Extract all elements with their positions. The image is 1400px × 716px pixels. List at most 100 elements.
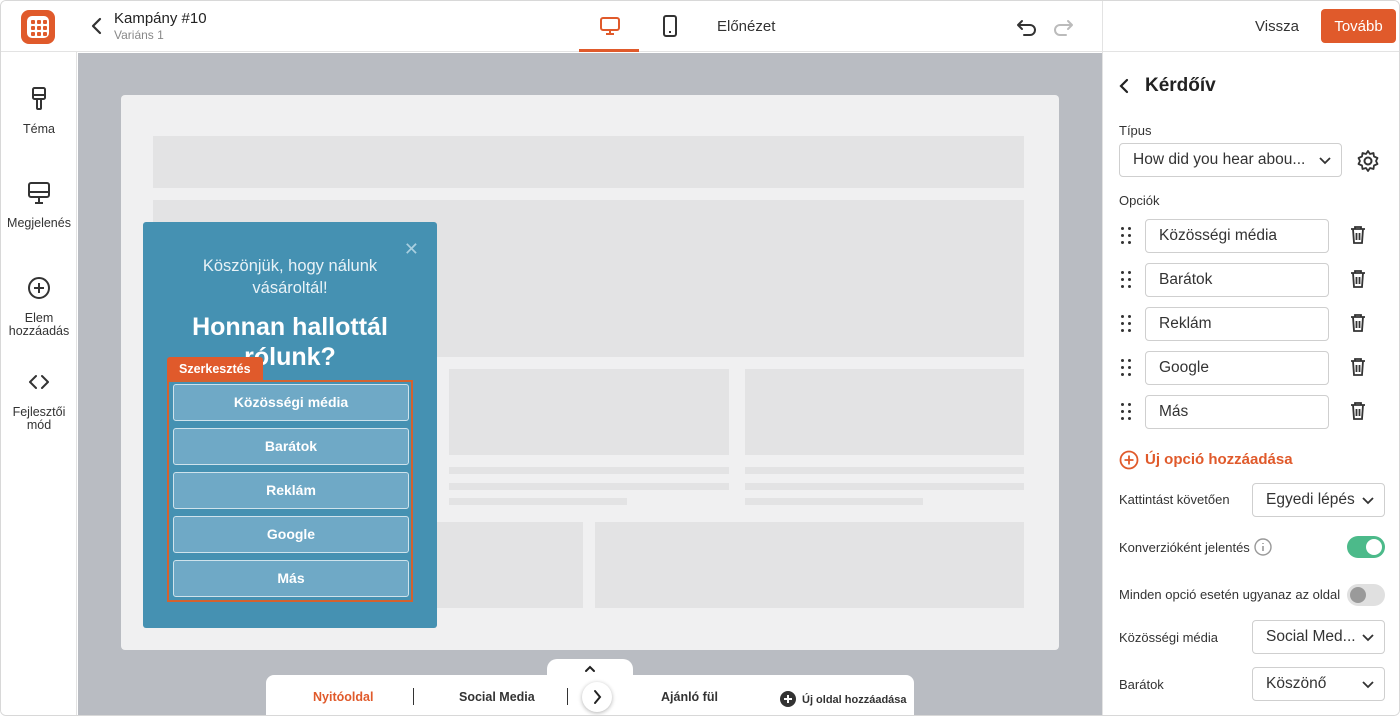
sidebar-item-label: Megjelenés — [7, 216, 71, 230]
option-input[interactable]: Google — [1145, 351, 1329, 385]
monitor-icon — [28, 182, 50, 204]
after-click-value: Egyedi lépés — [1266, 491, 1355, 508]
redo-icon[interactable] — [1052, 16, 1074, 38]
sidebar-item-appearance[interactable]: Megjelenés — [1, 179, 77, 230]
variant-name: Variáns 1 — [114, 28, 164, 42]
drag-handle-icon[interactable] — [1121, 315, 1131, 333]
options-label: Opciók — [1119, 193, 1160, 208]
placeholder-line — [449, 483, 729, 490]
gear-icon[interactable] — [1356, 149, 1380, 173]
survey-option-button[interactable]: Barátok — [173, 428, 409, 465]
trash-icon[interactable] — [1349, 401, 1367, 421]
add-page-button[interactable]: Új oldal hozzáadása — [780, 691, 907, 707]
desktop-icon — [600, 17, 620, 35]
trash-icon[interactable] — [1349, 225, 1367, 245]
conversion-toggle[interactable] — [1347, 536, 1385, 558]
same-page-label: Minden opció esetén ugyanaz az oldal — [1119, 587, 1341, 602]
survey-options-block[interactable]: Közösségi média Barátok Reklám Google Má… — [167, 380, 413, 602]
sidebar-item-add-element[interactable]: Elem hozzáadás — [1, 274, 77, 338]
option-row: Reklám — [1119, 307, 1379, 341]
campaign-title: Kampány #10 — [114, 10, 207, 27]
survey-option-button[interactable]: Más — [173, 560, 409, 597]
popup-thanks-text: Köszönjük, hogy nálunk vásároltál! — [202, 257, 378, 297]
drag-handle-icon[interactable] — [1121, 403, 1131, 421]
placeholder-block — [595, 522, 1024, 608]
brush-icon — [32, 87, 46, 110]
back-button[interactable]: Vissza — [1255, 18, 1299, 35]
sidebar-item-dev-mode[interactable]: Fejlesztői mód — [1, 368, 77, 432]
sidebar-item-label: Fejlesztői mód — [12, 405, 66, 432]
undo-icon[interactable] — [1016, 16, 1038, 38]
survey-option-button[interactable]: Google — [173, 516, 409, 553]
next-button[interactable]: Tovább — [1321, 9, 1396, 43]
type-select[interactable]: How did you hear abou... — [1119, 143, 1342, 177]
info-icon[interactable] — [1254, 538, 1272, 556]
survey-option-button[interactable]: Közösségi média — [173, 384, 409, 421]
chevron-up-icon — [585, 665, 595, 672]
option-input[interactable]: Reklám — [1145, 307, 1329, 341]
trash-icon[interactable] — [1349, 269, 1367, 289]
type-label: Típus — [1119, 123, 1152, 138]
drag-handle-icon[interactable] — [1121, 227, 1131, 245]
mapping-select[interactable]: Köszönő — [1252, 667, 1385, 701]
mobile-view-button[interactable] — [639, 11, 699, 52]
mapping-label: Közösségi média — [1119, 630, 1218, 645]
after-click-label: Kattintást követően — [1119, 492, 1230, 507]
settings-panel: Kérdőív Típus How did you hear abou... O… — [1103, 53, 1399, 715]
placeholder-line — [745, 467, 1024, 474]
toggle-knob — [1350, 587, 1366, 603]
drag-handle-icon[interactable] — [1121, 359, 1131, 377]
placeholder-block — [449, 369, 729, 455]
option-input[interactable]: Közösségi média — [1145, 219, 1329, 253]
mapping-value: Köszönő — [1266, 675, 1327, 692]
same-page-toggle[interactable] — [1347, 584, 1385, 606]
option-row: Más — [1119, 395, 1379, 429]
sidebar-item-theme[interactable]: Téma — [1, 85, 77, 136]
option-input[interactable]: Más — [1145, 395, 1329, 429]
sidebar-item-label: Elem hozzáadás — [8, 311, 70, 338]
option-input[interactable]: Barátok — [1145, 263, 1329, 297]
after-click-select[interactable]: Egyedi lépés — [1252, 483, 1385, 517]
add-option-button[interactable]: Új opció hozzáadása — [1119, 450, 1293, 470]
drag-handle-icon[interactable] — [1121, 271, 1131, 289]
option-row: Barátok — [1119, 263, 1379, 297]
trash-icon[interactable] — [1349, 313, 1367, 333]
page-tab-landing[interactable]: Nyitóoldal — [313, 690, 373, 704]
conversion-label: Konverzióként jelentés — [1119, 540, 1250, 555]
page-tab-referral[interactable]: Ajánló fül — [661, 690, 718, 704]
placeholder-line — [449, 498, 627, 505]
chevron-down-icon — [1362, 681, 1374, 689]
mapping-select[interactable]: Social Med... — [1252, 620, 1385, 654]
mapping-value: Social Med... — [1266, 628, 1356, 645]
plus-circle-icon — [28, 277, 50, 299]
app-logo[interactable] — [21, 10, 55, 44]
placeholder-block — [153, 136, 1024, 188]
mapping-label: Barátok — [1119, 677, 1164, 692]
survey-popup[interactable]: ✕ Köszönjük, hogy nálunk vásároltál! Hon… — [143, 222, 437, 628]
survey-option-button[interactable]: Reklám — [173, 472, 409, 509]
chevron-right-icon — [594, 690, 602, 704]
panel-title: Kérdőív — [1145, 75, 1216, 96]
option-row: Közösségi média — [1119, 219, 1379, 253]
left-sidebar: Téma Megjelenés Elem hozzáadás Fejlesztő… — [1, 52, 77, 715]
app-window: Kampány #10 Variáns 1 Előnézet Vissza To… — [0, 0, 1400, 716]
code-icon — [29, 375, 49, 389]
edit-tag[interactable]: Szerkesztés — [167, 357, 263, 382]
chevron-down-icon — [1362, 497, 1374, 505]
chevron-down-icon — [1319, 157, 1331, 165]
preview-button[interactable]: Előnézet — [717, 18, 775, 35]
trash-icon[interactable] — [1349, 357, 1367, 377]
add-page-label: Új oldal hozzáadása — [802, 694, 907, 706]
sidebar-item-label: Téma — [23, 122, 55, 136]
page-tab-social-media[interactable]: Social Media — [459, 690, 535, 704]
toggle-knob — [1366, 539, 1382, 555]
placeholder-block — [421, 522, 583, 608]
next-page-button[interactable] — [582, 682, 612, 712]
tab-separator — [413, 688, 414, 705]
desktop-view-button[interactable] — [579, 11, 639, 52]
plus-circle-icon — [780, 691, 796, 707]
chevron-left-icon[interactable] — [1117, 77, 1131, 95]
back-arrow-icon[interactable] — [89, 15, 105, 37]
add-option-label: Új opció hozzáadása — [1145, 450, 1293, 468]
top-bar: Kampány #10 Variáns 1 Előnézet Vissza To… — [1, 1, 1399, 52]
